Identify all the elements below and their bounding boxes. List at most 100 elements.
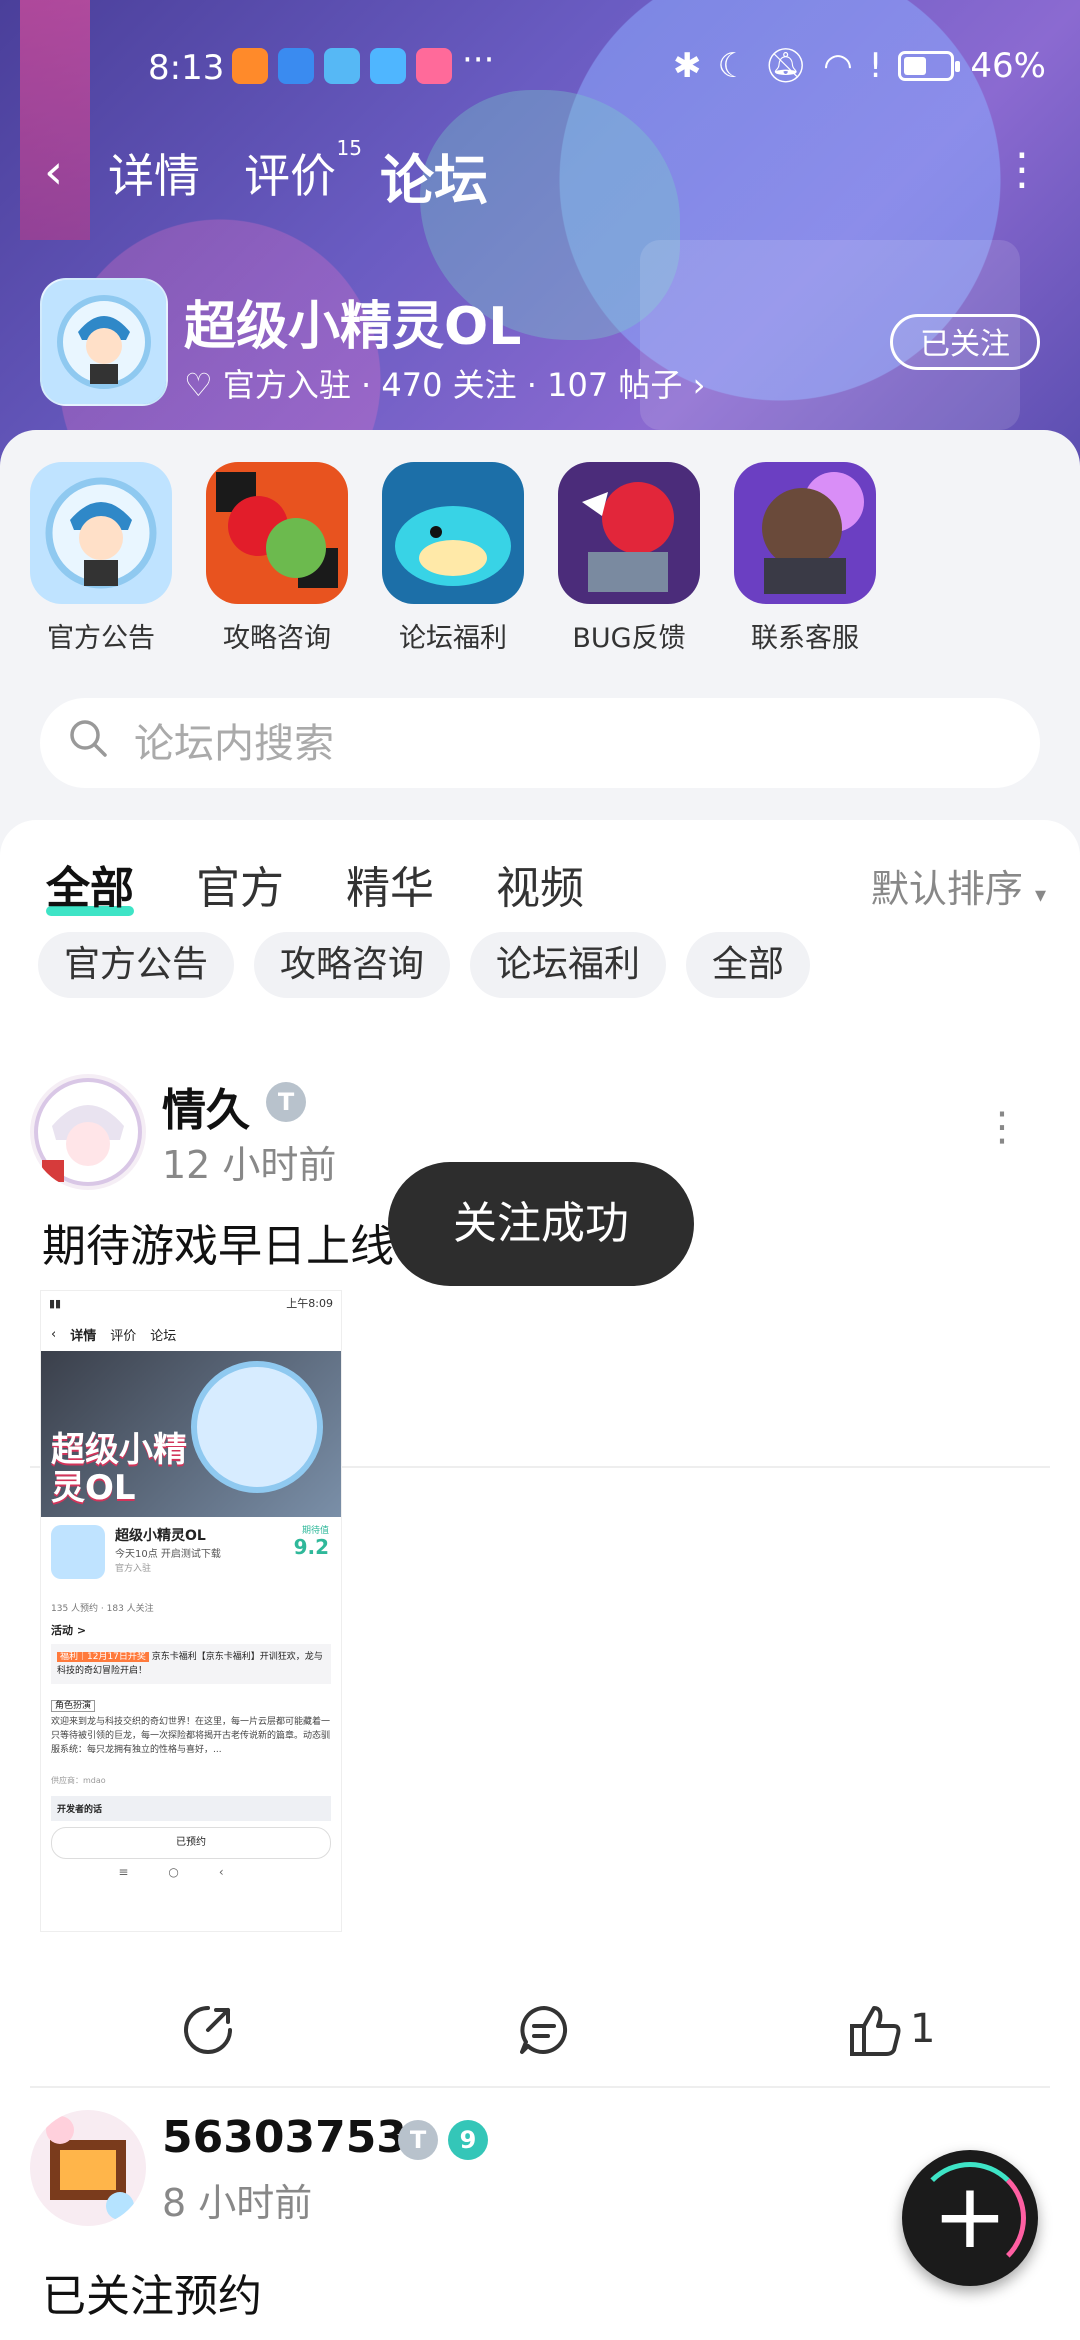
category-label: 论坛福利 <box>399 623 507 654</box>
toast-message: 关注成功 <box>388 1162 694 1286</box>
category-item-bug-report[interactable]: BUG反馈 <box>556 462 702 655</box>
shot-tab: 评价 <box>110 1328 137 1344</box>
tab-official[interactable]: 官方 <box>196 852 284 916</box>
game-title: 超级小精灵OL <box>184 297 522 357</box>
shot-status-bar: ▮▮ 上午8:09 <box>41 1291 341 1317</box>
post-time: 12 小时前 <box>162 1143 337 1187</box>
category-item-welfare[interactable]: 论坛福利 <box>380 462 526 655</box>
shot-game-row: 超级小精灵OL 今天10点 开启测试下载 官方入驻 期待值 9.2 <box>41 1517 341 1599</box>
user-badge-icon: T <box>398 2120 438 2160</box>
game-icon-artwork <box>42 280 166 404</box>
game-icon[interactable] <box>40 278 168 406</box>
shot-activity-tag: 福利｜12月17日开奖 <box>57 1652 149 1662</box>
user-level-badge: 9 <box>448 2120 488 2160</box>
shot-character-art <box>191 1361 323 1493</box>
heart-icon: ♡ <box>184 366 213 404</box>
shot-activity-card: 福利｜12月17日开奖 京东卡福利【京东卡福利】开训狂欢，龙与科技的奇幻冒险开启… <box>51 1644 331 1684</box>
like-count: 1 <box>910 2006 936 2052</box>
search-input[interactable] <box>132 708 1016 780</box>
shot-stats: 135 人预约 · 183 人关注 <box>51 1604 154 1614</box>
welfare-icon <box>382 462 524 604</box>
follow-button[interactable]: 已关注 <box>890 314 1040 370</box>
category-row: 官方公告 攻略咨询 论坛福利 BUG反馈 联系客服 <box>28 462 878 655</box>
tab-review-label: 评价 <box>244 149 336 203</box>
chip-all[interactable]: 全部 <box>686 932 811 998</box>
sort-label: 默认排序 <box>870 867 1023 911</box>
post-username[interactable]: 情久 <box>162 1074 250 1138</box>
shot-intro: 欢迎来到龙与科技交织的奇幻世界！在这里，每一片云层都可能藏着一只等待被引领的巨龙… <box>51 1717 331 1755</box>
battery-percent: 46% <box>970 46 1046 86</box>
shot-time: 上午8:09 <box>286 1297 333 1310</box>
more-options-icon[interactable]: ⋮ <box>1000 148 1044 192</box>
tab-detail[interactable]: 详情 <box>108 140 200 206</box>
category-label: BUG反馈 <box>572 623 686 654</box>
announcement-icon <box>30 462 172 604</box>
wifi-icon: ◠ <box>823 46 853 86</box>
tab-label: 全部 <box>46 863 134 914</box>
post-more-icon[interactable]: ⋮ <box>982 1104 1022 1150</box>
app-icon <box>324 48 360 84</box>
shot-game-sub: 今天10点 开启测试下载 <box>115 1549 221 1560</box>
chevron-right-icon: › <box>692 366 706 404</box>
category-label: 官方公告 <box>47 623 155 654</box>
post-username[interactable]: 56303753 <box>162 2112 407 2163</box>
tab-forum[interactable]: 论坛 <box>380 136 488 215</box>
status-right: ✱ ☾ 🔕︎ ◠ ! 46% <box>673 46 1046 86</box>
game-meta[interactable]: ♡ 官方入驻 · 470 关注 · 107 帖子 › <box>184 360 705 406</box>
avatar[interactable] <box>30 2110 146 2226</box>
back-icon[interactable]: ‹ <box>44 144 63 200</box>
tab-all[interactable]: 全部 <box>46 852 134 916</box>
post-time: 8 小时前 <box>162 2181 313 2225</box>
review-count: 15 <box>336 136 362 160</box>
chip-announcement[interactable]: 官方公告 <box>38 932 235 998</box>
shot-game-icon <box>51 1525 105 1579</box>
tab-video[interactable]: 视频 <box>496 852 584 916</box>
like-icon[interactable] <box>846 2000 906 2060</box>
category-label: 攻略咨询 <box>223 623 331 654</box>
avatar[interactable] <box>30 1074 146 1190</box>
filter-chips: 官方公告 攻略咨询 论坛福利 全部 <box>38 932 811 998</box>
tab-featured[interactable]: 精华 <box>346 852 434 916</box>
tab-review[interactable]: 评价 15 <box>244 136 362 206</box>
shot-back-icon: ‹ <box>51 1326 57 1342</box>
post-image[interactable]: ▮▮ 上午8:09 ‹ 详情 评价 论坛 超级小精灵OL 超级小精灵OL 今天1… <box>40 1290 342 1932</box>
share-icon[interactable] <box>178 2000 238 2060</box>
app-icon <box>232 48 268 84</box>
bluetooth-icon: ✱ <box>672 46 702 86</box>
shot-score: 9.2 <box>293 1535 329 1559</box>
shot-intro-tag-row: 角色扮演 <box>51 1698 331 1712</box>
post-text[interactable]: 期待游戏早日上线 <box>42 1210 394 1274</box>
comment-icon[interactable] <box>514 2000 574 2060</box>
status-bar: 8:13 ··· ✱ ☾ 🔕︎ ◠ ! 46% <box>0 40 1080 100</box>
shot-game-title: 超级小精灵OL <box>115 1528 206 1544</box>
battery-icon <box>898 51 961 81</box>
sort-dropdown[interactable]: 默认排序 ▾ <box>871 858 1046 913</box>
notification-app-icons <box>232 48 452 84</box>
user-badge-icon: T <box>266 1082 306 1122</box>
shot-reserved-button: 已预约 <box>51 1827 331 1859</box>
game-meta-text: 官方入驻 · 470 关注 · 107 帖子 <box>222 366 683 404</box>
shot-official: 官方入驻 <box>115 1564 152 1574</box>
category-item-customer-service[interactable]: 联系客服 <box>732 462 878 655</box>
shot-tab: 论坛 <box>150 1328 177 1344</box>
customer-service-icon <box>734 462 876 604</box>
chip-guide[interactable]: 攻略咨询 <box>254 932 451 998</box>
app-icon <box>416 48 452 84</box>
search-icon <box>70 720 107 757</box>
shot-nav-bar: ≡○‹ <box>118 1865 264 1879</box>
create-post-button[interactable]: + <box>902 2150 1038 2286</box>
category-item-announcement[interactable]: 官方公告 <box>28 462 174 655</box>
status-time: 8:13 <box>148 48 225 88</box>
shot-dev: 供应商：mdao <box>51 1776 106 1785</box>
shot-dev-note: 开发者的话 <box>51 1796 331 1821</box>
top-navigation: ‹ 详情 评价 15 论坛 ⋮ <box>0 130 1080 212</box>
category-item-guide[interactable]: 攻略咨询 <box>204 462 350 655</box>
post-text[interactable]: 已关注预约 <box>42 2260 262 2324</box>
app-icon <box>278 48 314 84</box>
do-not-disturb-icon: ☾ <box>717 46 748 86</box>
plus-icon: + <box>932 2164 1008 2269</box>
mute-icon: 🔕︎ <box>763 46 808 86</box>
chip-welfare[interactable]: 论坛福利 <box>470 932 667 998</box>
forum-search-bar[interactable] <box>40 698 1040 788</box>
shot-intro-tag: 角色扮演 <box>51 1700 96 1712</box>
